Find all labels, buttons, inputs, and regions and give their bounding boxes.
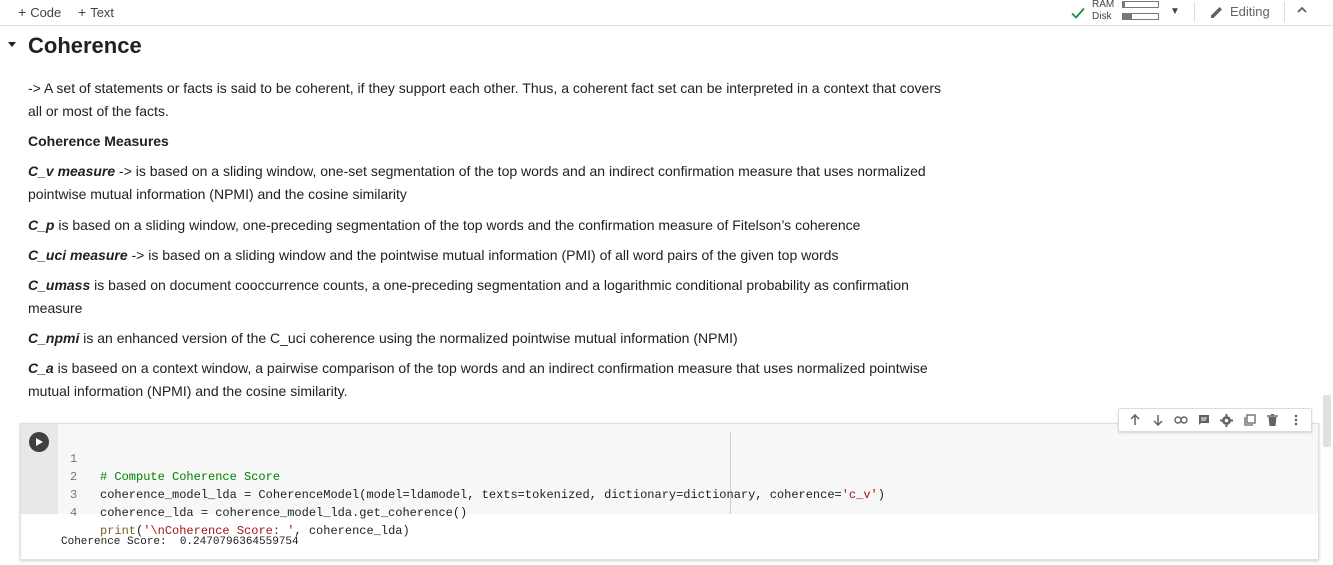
measure-desc: -> is based on a sliding window and the … (127, 247, 839, 263)
measure-item: C_npmi is an enhanced version of the C_u… (28, 327, 948, 350)
plus-icon: + (78, 4, 87, 20)
measure-term: C_uci measure (28, 247, 128, 263)
notebook-toolbar: + Code + Text RAM Disk ▼ Editing (0, 0, 1333, 26)
play-icon (36, 438, 43, 446)
measure-item: C_p is based on a sliding window, one-pr… (28, 214, 948, 237)
comment-icon[interactable] (1195, 411, 1213, 429)
measure-item: C_a is baseed on a context window, a pai… (28, 357, 948, 403)
disk-label: Disk (1092, 11, 1112, 22)
link-icon[interactable] (1172, 411, 1190, 429)
measures-heading: Coherence Measures (28, 133, 169, 149)
settings-icon[interactable] (1218, 411, 1236, 429)
intro-paragraph: -> A set of statements or facts is said … (28, 80, 941, 119)
measure-desc: is baseed on a context window, a pairwis… (28, 360, 928, 399)
measure-term: C_a (28, 360, 54, 376)
ram-bar-fill (1123, 2, 1125, 7)
mirror-cell-icon[interactable] (1241, 411, 1259, 429)
measure-item: C_uci measure -> is based on a sliding w… (28, 244, 948, 267)
ram-label: RAM (1092, 0, 1115, 10)
collapse-header-button[interactable] (1296, 3, 1308, 19)
add-code-button[interactable]: + Code (18, 4, 61, 20)
chevron-down-icon[interactable]: ▼ (1170, 6, 1180, 17)
code-line: 1 # Compute Coherence Score (58, 432, 280, 484)
chevron-up-icon (1297, 6, 1307, 13)
code-cell[interactable]: 1 # Compute Coherence Score 2 coherence_… (20, 423, 1319, 560)
resource-monitor[interactable]: RAM Disk (1070, 0, 1165, 24)
code-line: 3 coherence_lda = coherence_model_lda.ge… (58, 468, 467, 520)
cell-output: Coherence Score: 0.2470796364559754 (61, 536, 299, 548)
delete-icon[interactable] (1264, 411, 1282, 429)
caret-down-icon (8, 42, 16, 47)
arrow-up-icon[interactable] (1126, 411, 1144, 429)
code-line: 4 print('\nCoherence Score: ', coherence… (58, 486, 410, 538)
cell-gutter (21, 424, 58, 514)
line-code: coherence_lda = coherence_model_lda.get_… (100, 506, 468, 520)
measure-item: C_umass is based on document cooccurrenc… (28, 274, 948, 320)
pencil-icon (1211, 6, 1222, 18)
line-number: 4 (70, 506, 78, 520)
add-text-button[interactable]: + Text (78, 4, 114, 20)
disk-bar (1122, 13, 1159, 20)
add-text-label: Text (90, 4, 115, 20)
section-collapse-toggle[interactable] (7, 40, 17, 52)
measure-term: C_npmi (28, 330, 80, 346)
connected-check-icon (1071, 7, 1085, 19)
code-editor[interactable]: 1 # Compute Coherence Score 2 coherence_… (58, 424, 1318, 538)
add-code-label: Code (30, 4, 62, 20)
scrollbar-thumb[interactable] (1323, 395, 1331, 447)
code-line: 2 coherence_model_lda = CoherenceModel(m… (58, 450, 885, 502)
line-code: # Compute Coherence Score (100, 470, 281, 484)
line-code: coherence_model_lda = CoherenceModel(mod… (100, 488, 885, 502)
section-title: Coherence (28, 33, 142, 58)
editing-mode-button[interactable]: Editing (1210, 4, 1270, 19)
measure-desc: is an enhanced version of the C_uci cohe… (79, 330, 738, 346)
measure-desc: is based on document cooccurrence counts… (28, 277, 909, 316)
run-cell-button[interactable] (29, 432, 49, 452)
measure-desc: -> is based on a sliding window, one-set… (28, 163, 926, 202)
editing-label: Editing (1230, 4, 1270, 19)
measure-term: C_v measure (28, 163, 116, 179)
disk-bar-fill (1123, 14, 1132, 19)
measure-term: C_umass (28, 277, 91, 293)
divider (1194, 2, 1195, 22)
more-icon[interactable] (1287, 411, 1305, 429)
plus-icon: + (18, 4, 27, 20)
measure-term: C_p (28, 217, 55, 233)
measure-desc: is based on a sliding window, one-preced… (54, 217, 861, 233)
measure-item: C_v measure -> is based on a sliding win… (28, 160, 948, 206)
ram-bar (1122, 1, 1159, 8)
divider (1284, 2, 1285, 22)
arrow-down-icon[interactable] (1149, 411, 1167, 429)
cell-toolbar (1118, 408, 1312, 432)
